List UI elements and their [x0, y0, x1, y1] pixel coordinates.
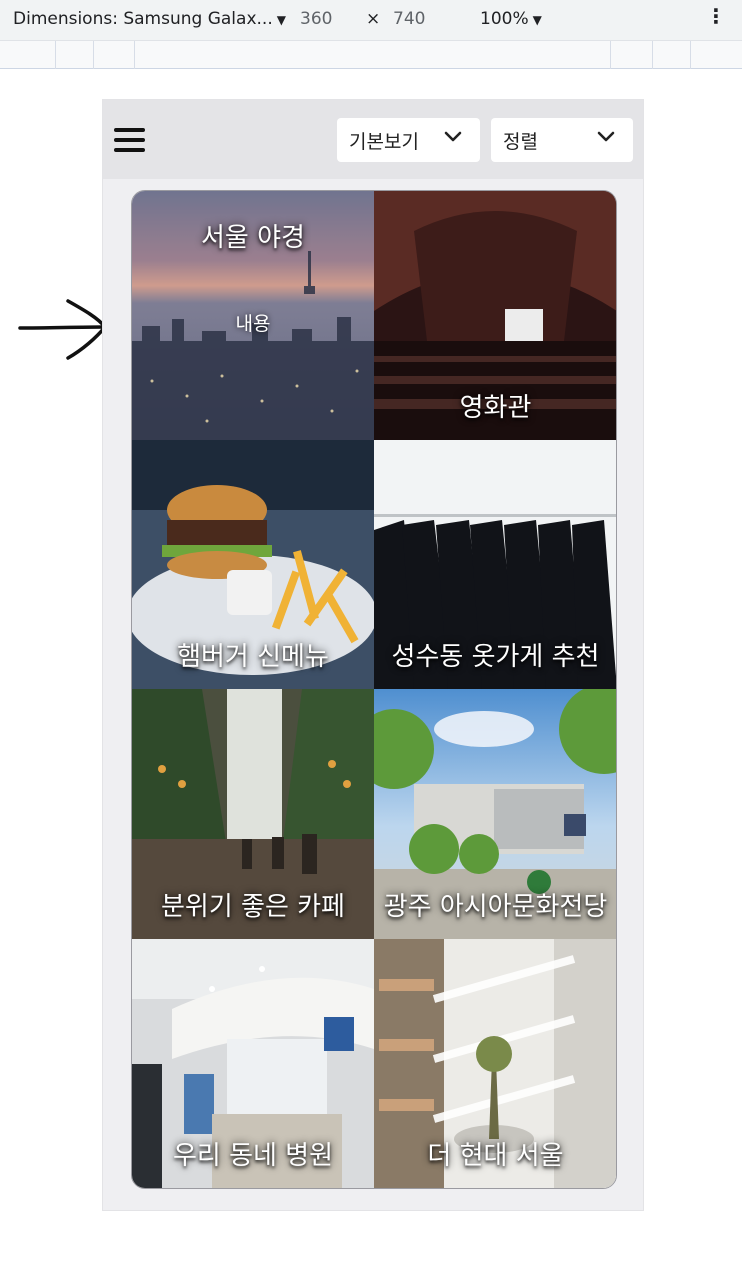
arrow-annotation-icon	[18, 299, 108, 360]
sort-label: 정렬	[503, 131, 538, 153]
tile-title: 성수동 옷가게 추천	[391, 642, 600, 672]
tile-title: 더 현대 서울	[427, 1141, 564, 1171]
tile-title: 영화관	[459, 393, 532, 423]
tile-hospital[interactable]: 우리 동네 병원	[132, 939, 374, 1188]
card-grid: 서울 야경 내용 영화관 햄버거 신메뉴 성수동 옷가게 추천 분위기 좋은 카…	[131, 190, 617, 1189]
ruler-segment[interactable]	[652, 41, 653, 69]
tile-seoul-night-view[interactable]: 서울 야경 내용	[132, 191, 374, 440]
device-dimensions-select[interactable]: Dimensions: Samsung Galax... ▼	[13, 9, 286, 29]
tile-the-hyundai-seoul[interactable]: 더 현대 서울	[374, 939, 616, 1188]
more-options-icon[interactable]: ⋮	[706, 6, 726, 26]
hamburger-menu-icon[interactable]	[114, 127, 146, 153]
viewport-width-input[interactable]: 360	[300, 9, 332, 29]
caret-down-icon: ▼	[532, 13, 542, 27]
tile-title: 햄버거 신메뉴	[177, 642, 329, 672]
ruler-segment[interactable]	[134, 41, 135, 69]
ruler-segment[interactable]	[55, 41, 56, 69]
tile-title: 우리 동네 병원	[172, 1141, 334, 1171]
device-viewport: 기본보기 정렬 서울 야경 내용 영화관 햄버거 신메뉴 성수동 옷가게 추천 …	[102, 99, 644, 1211]
app-header: 기본보기 정렬	[103, 100, 643, 179]
tile-content: 내용	[235, 313, 271, 335]
tile-burger[interactable]: 햄버거 신메뉴	[132, 440, 374, 689]
tile-title: 서울 야경	[201, 223, 305, 253]
device-dimensions-label: Dimensions: Samsung Galax...	[13, 9, 273, 29]
tile-cafe[interactable]: 분위기 좋은 카페	[132, 689, 374, 939]
tile-title: 광주 아시아문화전당	[383, 892, 608, 922]
view-mode-select[interactable]: 기본보기	[337, 118, 480, 162]
dimension-separator: ×	[366, 9, 381, 29]
tile-cinema[interactable]: 영화관	[374, 191, 616, 440]
ruler-segment[interactable]	[690, 41, 691, 69]
viewport-height-input[interactable]: 740	[393, 9, 425, 29]
chevron-down-icon	[597, 131, 615, 142]
devtools-device-toolbar: Dimensions: Samsung Galax... ▼ 360 × 740 …	[0, 0, 742, 40]
ruler-segment[interactable]	[610, 41, 611, 69]
sort-select[interactable]: 정렬	[491, 118, 633, 162]
caret-down-icon: ▼	[276, 13, 286, 27]
tile-title: 분위기 좋은 카페	[161, 892, 345, 922]
tile-clothing-store[interactable]: 성수동 옷가게 추천	[374, 440, 616, 689]
tile-asia-culture-center[interactable]: 광주 아시아문화전당	[374, 689, 616, 939]
zoom-select[interactable]: 100% ▼	[480, 9, 542, 29]
zoom-label: 100%	[480, 9, 529, 29]
chevron-down-icon	[444, 131, 462, 142]
media-query-ruler	[0, 40, 742, 69]
ruler-segment[interactable]	[93, 41, 94, 69]
view-mode-label: 기본보기	[349, 131, 419, 153]
